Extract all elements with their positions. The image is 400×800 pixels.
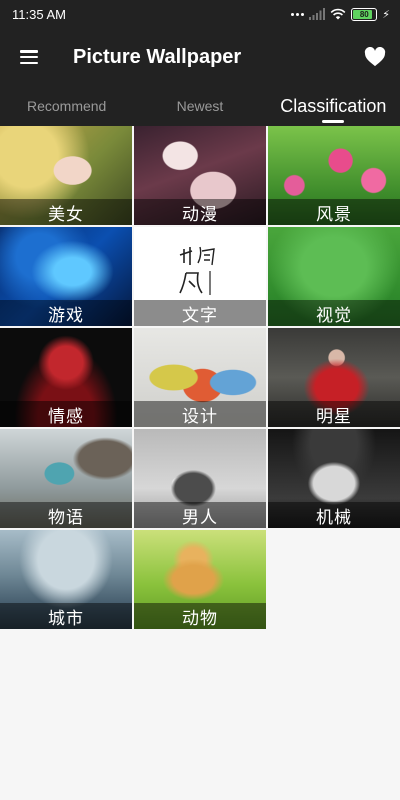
status-bar: 11:35 AM 80 ⚡ [0,0,400,28]
tab-label: Recommend [26,98,107,114]
category-tile[interactable]: 明星 [268,328,400,427]
category-tile[interactable]: 城市 [0,530,132,629]
status-time: 11:35 AM [12,6,66,22]
category-label: 游戏 [48,305,84,326]
charging-icon: ⚡ [382,7,390,21]
category-tile[interactable]: 设计 [134,328,266,427]
category-tile[interactable]: 物语 [0,429,132,528]
tab-label: Newest [176,98,224,114]
category-label: 动物 [182,608,218,629]
category-tile[interactable]: 游戏 [0,227,132,326]
tab-indicator [322,120,345,123]
category-tile[interactable]: 风景 [268,126,400,225]
category-tile[interactable]: 动物 [134,530,266,629]
category-label-bar: 男人 [134,502,266,528]
tab-label: Classification [280,95,387,116]
wifi-icon [330,8,346,20]
category-label-bar: 风景 [268,199,400,225]
battery-icon: 80 [351,7,378,21]
category-label: 城市 [48,608,84,629]
category-label-bar: 视觉 [268,300,400,326]
tab-bar: Recommend Newest Classification [0,86,400,126]
category-tile[interactable]: 动漫 [134,126,266,225]
app-bar: Picture Wallpaper [0,28,400,86]
category-label: 设计 [182,406,218,427]
category-label-bar: 动物 [134,603,266,629]
hamburger-menu-icon[interactable] [0,28,58,86]
category-label-bar: 物语 [0,502,132,528]
category-tile[interactable]: 美女 [0,126,132,225]
category-label: 机械 [316,507,352,528]
category-label: 情感 [48,406,84,427]
calligraphy-icon [179,246,215,295]
tab-classification[interactable]: Classification [267,86,400,126]
category-label-bar: 文字 [134,300,266,326]
tab-recommend[interactable]: Recommend [0,86,133,126]
category-label: 视觉 [316,305,352,326]
category-label-bar: 机械 [268,502,400,528]
status-icons: 80 ⚡ [291,7,390,21]
category-label-bar: 城市 [0,603,132,629]
signal-dots-icon [291,12,305,16]
category-tile[interactable]: 机械 [268,429,400,528]
category-label-bar: 美女 [0,199,132,225]
category-tile[interactable]: 男人 [134,429,266,528]
tab-newest[interactable]: Newest [133,86,266,126]
category-label-bar: 动漫 [134,199,266,225]
category-label: 男人 [182,507,218,528]
signal-icon [309,8,326,20]
category-tile[interactable]: 文字 [134,227,266,326]
category-grid: 美女 动漫 风景 游戏 文字 视觉 情感 设计 明星 物语 男人 机械 城市 动… [0,126,400,629]
category-tile[interactable]: 情感 [0,328,132,427]
category-tile[interactable]: 视觉 [268,227,400,326]
category-label: 物语 [48,507,84,528]
category-label: 明星 [316,406,352,427]
category-label: 动漫 [182,204,218,225]
category-label: 文字 [182,305,218,326]
app-title: Picture Wallpaper [73,45,242,68]
category-label: 美女 [48,204,84,225]
category-label-bar: 设计 [134,401,266,427]
category-label: 风景 [316,204,352,225]
heart-icon[interactable] [350,28,400,86]
category-label-bar: 情感 [0,401,132,427]
battery-level: 80 [359,9,369,19]
category-label-bar: 明星 [268,401,400,427]
category-label-bar: 游戏 [0,300,132,326]
